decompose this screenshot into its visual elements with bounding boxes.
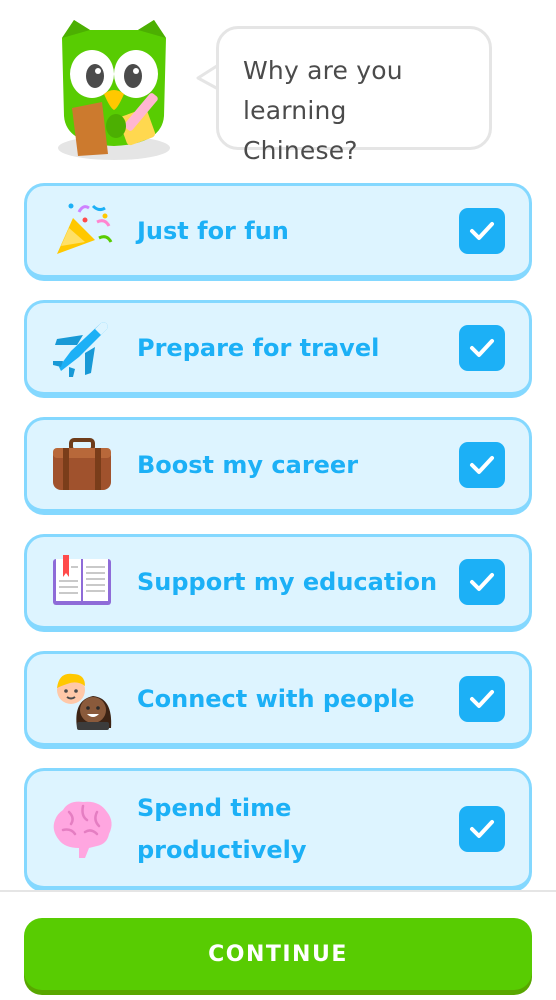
option-support-my-education[interactable]: Support my education [24, 534, 532, 632]
option-label: Just for fun [137, 216, 289, 245]
checkbox[interactable] [459, 324, 505, 371]
option-label-line-1: Spend time [137, 793, 292, 822]
checkmark-icon [470, 455, 494, 474]
option-label: Prepare for travel [137, 333, 380, 362]
option-label: Spend time productively [137, 787, 447, 871]
option-just-for-fun[interactable]: Just for fun [24, 183, 532, 281]
checkbox[interactable] [459, 558, 505, 605]
option-connect-with-people[interactable]: Connect with people [24, 651, 532, 749]
checkbox[interactable] [459, 805, 505, 852]
checkmark-icon [470, 221, 494, 240]
option-prepare-for-travel[interactable]: Prepare for travel [24, 300, 532, 398]
airplane-icon [53, 322, 108, 377]
option-label: Boost my career [137, 450, 359, 479]
brain-icon [53, 801, 112, 858]
option-spend-time-productively[interactable]: Spend time productively [24, 768, 532, 892]
prompt-line-1: Why are you [243, 56, 403, 85]
checkbox[interactable] [459, 441, 505, 488]
checkmark-icon [470, 819, 494, 838]
checkmark-icon [470, 338, 494, 357]
speech-bubble: Why are you learning Chinese? [216, 26, 492, 165]
option-label: Support my education [137, 567, 438, 596]
prompt-line-2: learning Chinese? [243, 96, 358, 165]
option-label-line-2: productively [137, 835, 307, 864]
people-icon [57, 673, 112, 730]
continue-button[interactable]: CONTINUE [24, 918, 532, 990]
party-popper-icon [57, 203, 113, 254]
footer: CONTINUE [0, 890, 556, 1000]
checkbox[interactable] [459, 207, 505, 254]
header: Why are you learning Chinese? [0, 0, 556, 170]
option-boost-my-career[interactable]: Boost my career [24, 417, 532, 515]
checkmark-icon [470, 689, 494, 708]
owl-mascot-icon [58, 20, 170, 160]
open-book-icon [53, 554, 111, 605]
briefcase-icon [53, 437, 111, 490]
checkbox[interactable] [459, 675, 505, 722]
checkmark-icon [470, 572, 494, 591]
option-label: Connect with people [137, 684, 415, 713]
options-list: Just for fun Prepare for travel Boost my… [24, 183, 532, 911]
